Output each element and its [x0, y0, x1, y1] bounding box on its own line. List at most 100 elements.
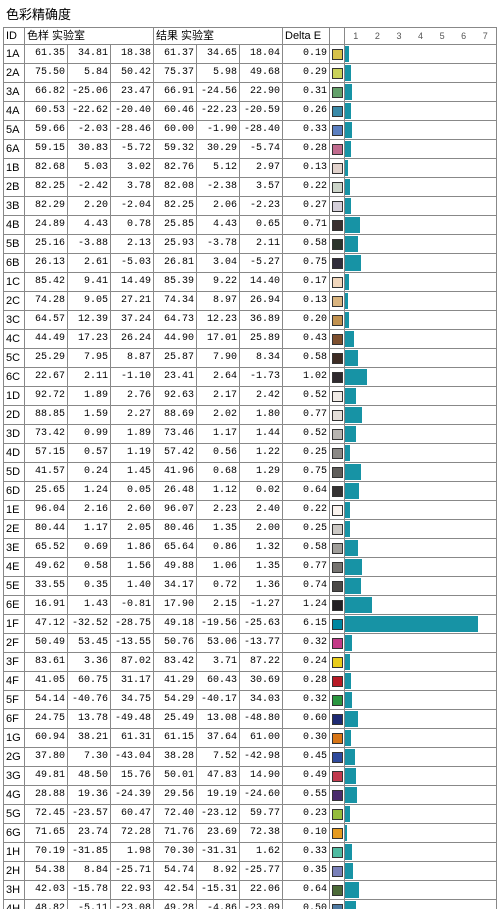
delta-e-bar [345, 900, 497, 909]
color-swatch [330, 501, 345, 520]
sample-l: 57.15 [25, 444, 68, 463]
result-l: 25.49 [154, 710, 197, 729]
delta-e-bar [345, 824, 497, 843]
sample-a: 0.69 [68, 539, 111, 558]
delta-e-value: 0.24 [283, 653, 330, 672]
delta-e-value: 0.55 [283, 786, 330, 805]
delta-e-value: 0.22 [283, 178, 330, 197]
page-title: 色彩精确度 [0, 0, 500, 27]
result-l: 92.63 [154, 387, 197, 406]
color-swatch [330, 254, 345, 273]
sample-l: 50.49 [25, 634, 68, 653]
sample-l: 92.72 [25, 387, 68, 406]
result-l: 74.34 [154, 292, 197, 311]
sample-l: 33.55 [25, 577, 68, 596]
sample-b: 2.27 [111, 406, 154, 425]
color-swatch [330, 292, 345, 311]
sample-b: 2.76 [111, 387, 154, 406]
delta-e-value: 0.25 [283, 520, 330, 539]
color-swatch [330, 729, 345, 748]
result-l: 29.56 [154, 786, 197, 805]
result-a: -2.38 [197, 178, 240, 197]
sample-l: 42.03 [25, 881, 68, 900]
table-row: 6E16.911.43-0.8117.902.15-1.271.24 [4, 596, 497, 615]
sample-l: 59.15 [25, 140, 68, 159]
result-l: 50.01 [154, 767, 197, 786]
delta-e-value: 0.22 [283, 501, 330, 520]
result-b: -28.40 [240, 121, 283, 140]
result-a: 2.02 [197, 406, 240, 425]
delta-e-bar [345, 178, 497, 197]
sample-l: 72.45 [25, 805, 68, 824]
table-row: 6B26.132.61-5.0326.813.04-5.270.75 [4, 254, 497, 273]
sample-a: 19.36 [68, 786, 111, 805]
sample-b: 1.86 [111, 539, 154, 558]
result-b: 2.97 [240, 159, 283, 178]
table-row: 2D88.851.592.2788.692.021.800.77 [4, 406, 497, 425]
sample-l: 60.94 [25, 729, 68, 748]
sample-a: 2.11 [68, 368, 111, 387]
result-a: 3.04 [197, 254, 240, 273]
result-b: 34.03 [240, 691, 283, 710]
sample-a: 7.95 [68, 349, 111, 368]
result-a: -22.23 [197, 102, 240, 121]
table-row: 4G28.8819.36-24.3929.5619.19-24.600.55 [4, 786, 497, 805]
delta-e-value: 0.28 [283, 140, 330, 159]
result-l: 65.64 [154, 539, 197, 558]
result-b: -25.63 [240, 615, 283, 634]
table-row: 2G37.807.30-43.0438.287.52-42.980.45 [4, 748, 497, 767]
sample-b: 72.28 [111, 824, 154, 843]
row-id: 2H [4, 862, 25, 881]
row-id: 3G [4, 767, 25, 786]
sample-a: 1.24 [68, 482, 111, 501]
table-row: 6C22.672.11-1.1023.412.64-1.731.02 [4, 368, 497, 387]
delta-e-value: 0.26 [283, 102, 330, 121]
sample-a: -3.88 [68, 235, 111, 254]
result-l: 61.37 [154, 45, 197, 64]
delta-e-bar [345, 463, 497, 482]
sample-b: 1.19 [111, 444, 154, 463]
table-row: 5B25.16-3.882.1325.93-3.782.110.58 [4, 235, 497, 254]
delta-e-value: 0.10 [283, 824, 330, 843]
sample-b: -1.10 [111, 368, 154, 387]
result-l: 82.08 [154, 178, 197, 197]
sample-b: 18.38 [111, 45, 154, 64]
result-a: 5.12 [197, 159, 240, 178]
delta-e-value: 0.75 [283, 463, 330, 482]
sample-a: 5.03 [68, 159, 111, 178]
color-swatch [330, 159, 345, 178]
sample-b: 22.93 [111, 881, 154, 900]
result-b: 1.80 [240, 406, 283, 425]
color-swatch [330, 881, 345, 900]
sample-l: 83.61 [25, 653, 68, 672]
sample-b: -23.08 [111, 900, 154, 909]
table-row: 1F47.12-32.52-28.7549.18-19.56-25.636.15 [4, 615, 497, 634]
sample-b: 15.76 [111, 767, 154, 786]
table-row: 6F24.7513.78-49.4825.4913.08-48.800.60 [4, 710, 497, 729]
result-a: 7.90 [197, 349, 240, 368]
row-id: 1D [4, 387, 25, 406]
sample-a: 1.59 [68, 406, 111, 425]
result-l: 23.41 [154, 368, 197, 387]
sample-b: 1.98 [111, 843, 154, 862]
row-id: 2F [4, 634, 25, 653]
table-row: 5C25.297.958.8725.877.908.340.58 [4, 349, 497, 368]
result-b: 2.42 [240, 387, 283, 406]
sample-a: 2.61 [68, 254, 111, 273]
color-swatch [330, 45, 345, 64]
tick-2: 2 [367, 28, 389, 44]
result-a: 2.64 [197, 368, 240, 387]
result-a: 7.52 [197, 748, 240, 767]
sample-a: 9.05 [68, 292, 111, 311]
table-row: 1D92.721.892.7692.632.172.420.52 [4, 387, 497, 406]
color-swatch [330, 710, 345, 729]
delta-e-value: 0.31 [283, 83, 330, 102]
sample-l: 41.57 [25, 463, 68, 482]
table-row: 6G71.6523.7472.2871.7623.6972.380.10 [4, 824, 497, 843]
delta-e-value: 0.77 [283, 406, 330, 425]
result-b: -23.09 [240, 900, 283, 909]
result-l: 41.96 [154, 463, 197, 482]
sample-b: 2.13 [111, 235, 154, 254]
result-l: 42.54 [154, 881, 197, 900]
sample-b: 1.45 [111, 463, 154, 482]
